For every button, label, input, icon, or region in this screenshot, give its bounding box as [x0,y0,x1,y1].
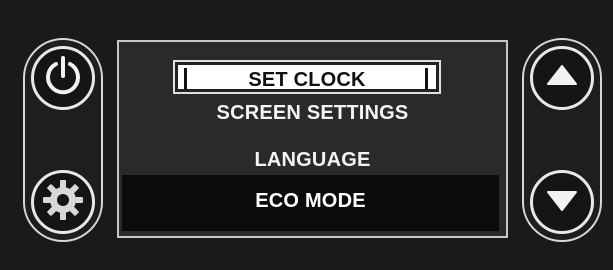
left-button-column [23,38,103,242]
arrow-down-icon [542,180,582,225]
menu-item-screen-settings[interactable]: SCREEN SETTINGS [119,99,506,127]
control-panel: SET CLOCK SCREEN SETTINGS LANGUAGE ECO M… [0,0,613,270]
menu-item-language[interactable]: LANGUAGE [119,146,506,174]
menu-item-label: LANGUAGE [254,149,371,171]
power-button[interactable] [31,46,95,110]
display-screen: SET CLOCK SCREEN SETTINGS LANGUAGE ECO M… [117,40,508,238]
menu-item-set-clock[interactable]: SET CLOCK [173,60,441,94]
arrow-up-icon [542,56,582,101]
selection-cursor-left [184,68,187,90]
scroll-up-button[interactable] [530,46,594,110]
settings-button[interactable] [31,170,95,234]
menu-item-label: SCREEN SETTINGS [216,102,409,124]
menu-item-label: SET CLOCK [248,69,366,91]
selection-cursor-right [425,68,428,90]
menu-item-eco-mode[interactable]: ECO MODE [122,175,499,231]
scroll-down-button[interactable] [530,170,594,234]
gear-icon [41,178,85,227]
right-button-column [522,38,602,242]
menu-item-label: ECO MODE [255,190,366,212]
power-icon [41,54,85,103]
